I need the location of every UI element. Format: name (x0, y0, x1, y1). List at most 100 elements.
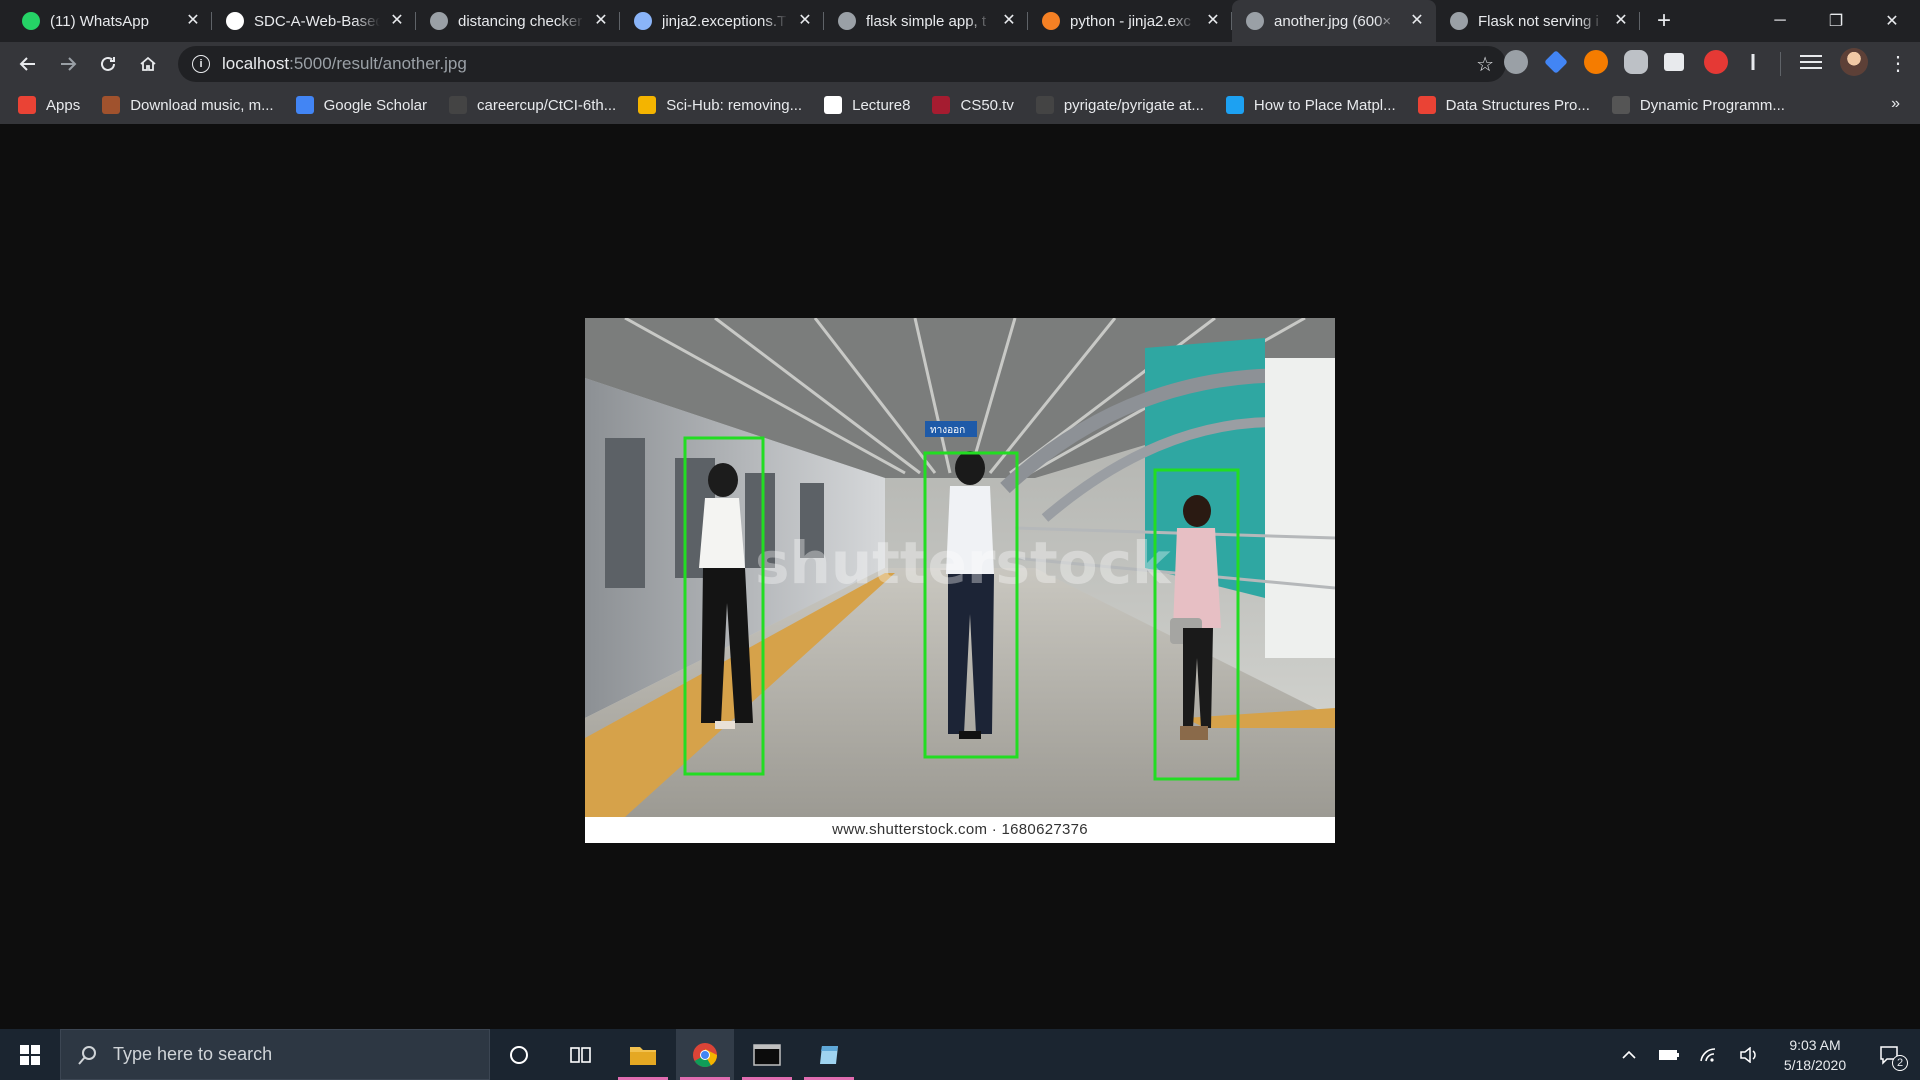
windows-logo-icon (20, 1044, 40, 1065)
bookmark-item[interactable]: Lecture8 (824, 96, 910, 114)
bookmark-item[interactable]: Sci-Hub: removing... (638, 96, 802, 114)
back-button[interactable] (8, 44, 48, 84)
close-tab-icon[interactable]: ✕ (592, 12, 610, 30)
close-tab-icon[interactable]: ✕ (1408, 12, 1426, 30)
scihub-icon (638, 96, 657, 114)
tab-title: Flask not serving i (1478, 12, 1599, 30)
github-icon (1035, 96, 1054, 114)
wifi-shape (1700, 1047, 1716, 1062)
close-tab-icon[interactable]: ✕ (1612, 12, 1630, 30)
browser-tab[interactable]: jinja2.exceptions.T ✕ (620, 0, 824, 42)
bookmark-item[interactable]: Dynamic Programm... (1611, 96, 1785, 114)
bookmark-item[interactable]: Download music, m... (102, 96, 274, 114)
close-button[interactable]: ✕ (1864, 0, 1920, 42)
extension-diamond-icon[interactable] (1544, 50, 1568, 74)
address-bar[interactable]: i localhost:5000/result/another.jpg ☆ (178, 46, 1506, 82)
reload-icon (101, 56, 115, 71)
extension-cloud-icon[interactable] (1624, 50, 1648, 74)
bookmarks-bar: Apps Download music, m... Google Scholar ca… (0, 86, 1920, 124)
site-info-icon[interactable]: i (192, 55, 210, 73)
reload-button[interactable] (88, 44, 128, 84)
flask-icon (1450, 12, 1468, 30)
music-icon (102, 96, 121, 114)
bookmark-label: Dynamic Programm... (1639, 96, 1785, 114)
bookmark-label: Google Scholar (323, 96, 427, 114)
bookmark-item[interactable]: How to Place Matpl... (1225, 96, 1396, 114)
speaker-shape (1740, 1046, 1756, 1063)
browser-tab[interactable]: Flask not serving i ✕ (1436, 0, 1640, 42)
close-tab-icon[interactable]: ✕ (796, 12, 814, 30)
menu-kebab-icon[interactable]: ⋮ (1888, 52, 1908, 76)
browser-tab[interactable]: another.jpg (600× ✕ (1232, 0, 1436, 42)
title-bar: (11) WhatsApp ✕ SDC-A-Web-Based ✕ distancing… (0, 0, 1920, 42)
browser-tab[interactable]: distancing checker ✕ (416, 0, 620, 42)
bookmark-label: Sci-Hub: removing... (666, 96, 803, 114)
tab-title: another.jpg (600× (1274, 12, 1392, 30)
close-tab-icon[interactable]: ✕ (1000, 12, 1018, 30)
browser-tab[interactable]: SDC-A-Web-Based ✕ (212, 0, 416, 42)
cortana-button[interactable] (490, 1029, 548, 1080)
extension-hand-icon[interactable] (1704, 50, 1728, 74)
bookmark-item[interactable]: pyrigate/pyrigate at... (1035, 96, 1204, 114)
forward-button[interactable] (48, 44, 88, 84)
close-tab-icon[interactable]: ✕ (184, 12, 202, 30)
extension-card-icon[interactable] (1664, 53, 1684, 71)
browser-tab[interactable]: flask simple app, t ✕ (824, 0, 1028, 42)
volume-icon[interactable] (1734, 1029, 1764, 1080)
action-center-button[interactable]: 2 (1866, 1029, 1914, 1080)
tab-title: (11) WhatsApp (50, 12, 149, 30)
extension-compass-icon[interactable] (1504, 50, 1528, 74)
media-queue-icon[interactable] (1800, 55, 1822, 73)
harvard-icon (932, 96, 951, 114)
extension-signal-icon[interactable] (1746, 54, 1760, 70)
battery-icon[interactable] (1654, 1029, 1684, 1080)
notepad-icon (820, 1045, 838, 1064)
terminal-icon (753, 1043, 781, 1066)
restore-button[interactable]: ❐ (1808, 0, 1864, 42)
bookmark-item[interactable]: Data Structures Pro... (1417, 96, 1590, 114)
bookmark-label: Lecture8 (852, 96, 911, 114)
clock-time: 9:03 AM (1789, 1037, 1841, 1053)
image-caption: www.shutterstock.com · 1680627376 (585, 817, 1335, 843)
wifi-icon[interactable] (1694, 1029, 1724, 1080)
editor-button[interactable] (800, 1029, 858, 1080)
terminal-button[interactable] (738, 1029, 796, 1080)
tab-title: python - jinja2.exc (1070, 12, 1191, 30)
bookmark-star-icon[interactable]: ☆ (1476, 52, 1494, 77)
show-hidden-icons-button[interactable] (1614, 1029, 1644, 1080)
tab-title: flask simple app, t (866, 12, 987, 30)
bookmarks-overflow-button[interactable]: » (1891, 95, 1900, 113)
notification-count-badge: 2 (1892, 1055, 1908, 1071)
bookmark-label: careercup/CtCI-6th... (477, 96, 617, 114)
minimize-button[interactable]: ─ (1752, 0, 1808, 42)
github-icon (449, 96, 467, 114)
browser-tab[interactable]: (11) WhatsApp ✕ (8, 0, 212, 42)
browser-tab[interactable]: python - jinja2.exc ✕ (1028, 0, 1232, 42)
close-tab-icon[interactable]: ✕ (1204, 12, 1222, 30)
bookmark-item[interactable]: CS50.tv (932, 96, 1014, 114)
arrow-right-icon (61, 57, 77, 71)
extension-fire-icon[interactable] (1584, 50, 1608, 74)
system-clock[interactable]: 9:03 AM 5/18/2020 (1770, 1035, 1860, 1075)
page-icon (634, 12, 652, 30)
bookmark-item[interactable]: careercup/CtCI-6th... (449, 96, 616, 114)
bookmark-item[interactable]: Google Scholar (295, 96, 427, 114)
start-button[interactable] (0, 1029, 60, 1080)
file-explorer-button[interactable] (614, 1029, 672, 1080)
taskbar-search[interactable]: Type here to search (60, 1029, 490, 1080)
scholar-icon (295, 96, 314, 114)
globe-icon (824, 96, 843, 114)
arrow-left-icon (19, 57, 35, 71)
chrome-button[interactable] (676, 1029, 734, 1080)
bookmark-label: Data Structures Pro... (1445, 96, 1590, 114)
url-path: :5000/result/another.jpg (289, 54, 467, 73)
bookmark-item[interactable]: Apps (18, 96, 80, 114)
task-view-icon (570, 1046, 591, 1063)
github-icon (226, 12, 244, 30)
new-tab-button[interactable]: + (1648, 0, 1680, 42)
close-tab-icon[interactable]: ✕ (388, 12, 406, 30)
profile-avatar[interactable] (1840, 48, 1868, 76)
home-button[interactable] (128, 44, 168, 84)
task-view-button[interactable] (552, 1029, 610, 1080)
tab-strip: (11) WhatsApp ✕ SDC-A-Web-Based ✕ distancing… (8, 0, 1680, 42)
